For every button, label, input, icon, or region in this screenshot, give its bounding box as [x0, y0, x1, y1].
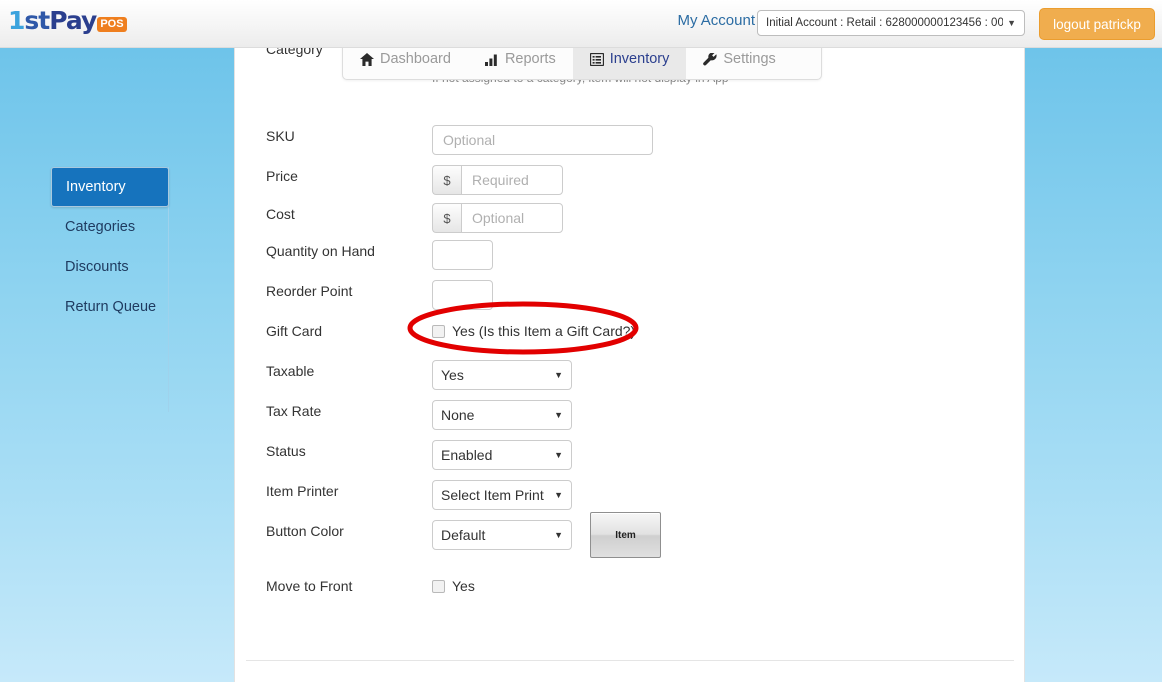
form-row-button-color: Button Color Default ▼ Item	[234, 512, 1025, 558]
item-printer-select-wrap: Select Item Print ▼	[432, 480, 572, 510]
status-select[interactable]: Enabled	[432, 440, 572, 470]
price-input[interactable]	[461, 165, 563, 195]
form-row-item-printer: Item Printer Select Item Print ▼	[234, 480, 1025, 510]
item-printer-label: Item Printer	[266, 483, 339, 499]
item-printer-select[interactable]: Select Item Print	[432, 480, 572, 510]
form-row-price: Price $	[234, 165, 1025, 195]
taxable-select-wrap: Yes ▼	[432, 360, 572, 390]
footer-divider	[246, 660, 1014, 661]
app-logo[interactable]: 1st Pay POS	[8, 5, 127, 35]
my-account-link[interactable]: My Account	[677, 12, 755, 29]
sku-label: SKU	[266, 128, 295, 144]
form-row-cost: Cost $	[234, 203, 1025, 233]
move-to-front-checkbox[interactable]	[432, 579, 445, 593]
reorder-point-label: Reorder Point	[266, 283, 353, 299]
price-label: Price	[266, 168, 298, 184]
button-color-select-wrap: Default ▼	[432, 520, 572, 550]
form-row-reorder-point: Reorder Point	[234, 280, 1025, 310]
logo-pos-badge: POS	[97, 17, 127, 32]
logo-part-3: Pay	[49, 5, 97, 35]
gift-card-checkbox[interactable]	[432, 324, 445, 338]
move-to-front-checkbox-label: Yes	[452, 578, 475, 594]
tab-label: Dashboard	[380, 51, 451, 67]
bar-chart-icon	[484, 53, 499, 66]
logo-part-1: 1	[8, 5, 25, 35]
sidebar-item-return-queue[interactable]: Return Queue	[51, 287, 169, 327]
tab-label: Settings	[723, 51, 776, 67]
sidebar-item-inventory[interactable]: Inventory	[51, 167, 169, 207]
reorder-point-control	[432, 280, 1025, 310]
item-button-preview: Item	[590, 512, 661, 558]
button-color-control: Default ▼ Item	[432, 512, 1025, 558]
status-select-wrap: Enabled ▼	[432, 440, 572, 470]
move-to-front-label: Move to Front	[266, 578, 353, 594]
logout-button[interactable]: logout patrickp	[1039, 8, 1155, 40]
account-select[interactable]: Initial Account : Retail : 6280000001234…	[757, 10, 1025, 36]
move-to-front-control: Yes	[432, 575, 1025, 594]
form-row-quantity-on-hand: Quantity on Hand	[234, 240, 1025, 270]
sku-input[interactable]	[432, 125, 653, 155]
tab-label: Inventory	[609, 51, 670, 67]
taxable-select[interactable]: Yes	[432, 360, 572, 390]
taxable-control: Yes ▼	[432, 360, 1025, 390]
status-label: Status	[266, 443, 306, 459]
cost-input[interactable]	[461, 203, 563, 233]
sidebar-item-label: Discounts	[65, 259, 129, 275]
home-icon	[360, 52, 374, 66]
form-row-tax-rate: Tax Rate None ▼	[234, 400, 1025, 430]
list-icon	[589, 52, 604, 66]
add-item-form: Category If not assigned to a category, …	[234, 41, 1025, 682]
tax-rate-control: None ▼	[432, 400, 1025, 430]
logo-part-2: st	[24, 5, 50, 35]
wrench-icon	[703, 52, 717, 66]
tax-rate-select[interactable]: None	[432, 400, 572, 430]
button-color-select[interactable]: Default	[432, 520, 572, 550]
gift-card-checkbox-line: Yes (Is this Item a Gift Card?)	[432, 320, 1025, 339]
reorder-point-input[interactable]	[432, 280, 493, 310]
gift-card-checkbox-label: Yes (Is this Item a Gift Card?)	[452, 323, 636, 339]
taxable-label: Taxable	[266, 363, 315, 379]
form-row-taxable: Taxable Yes ▼	[234, 360, 1025, 390]
quantity-on-hand-label: Quantity on Hand	[266, 243, 375, 259]
tax-rate-label: Tax Rate	[266, 403, 322, 419]
cost-input-group: $	[432, 203, 563, 233]
quantity-on-hand-input[interactable]	[432, 240, 493, 270]
form-row-move-to-front: Move to Front Yes	[234, 575, 1025, 594]
button-color-label: Button Color	[266, 523, 344, 539]
account-select-value: Initial Account : Retail : 6280000001234…	[766, 17, 1004, 29]
sidebar-item-label: Inventory	[66, 179, 126, 195]
currency-symbol-icon: $	[432, 165, 461, 195]
form-row-sku: SKU	[234, 125, 1025, 155]
sidebar-item-categories[interactable]: Categories	[51, 207, 169, 247]
item-printer-control: Select Item Print ▼	[432, 480, 1025, 510]
move-to-front-checkbox-line: Yes	[432, 575, 1025, 594]
gift-card-label: Gift Card	[266, 323, 323, 339]
gift-card-control: Yes (Is this Item a Gift Card?)	[432, 320, 1025, 339]
sku-control	[432, 125, 1025, 155]
quantity-on-hand-control	[432, 240, 1025, 270]
sidebar-item-label: Categories	[65, 219, 136, 235]
cost-control: $	[432, 203, 1025, 233]
price-control: $	[432, 165, 1025, 195]
tab-label: Reports	[504, 51, 556, 67]
form-row-gift-card: Gift Card Yes (Is this Item a Gift Card?…	[234, 320, 1025, 339]
currency-symbol-icon: $	[432, 203, 461, 233]
cost-label: Cost	[266, 206, 295, 222]
price-input-group: $	[432, 165, 563, 195]
sidebar-nav: Inventory Categories Discounts Return Qu…	[51, 167, 169, 327]
top-header-bar: 1st Pay POS My Account Initial Account : R…	[0, 0, 1162, 48]
status-control: Enabled ▼	[432, 440, 1025, 470]
app-root: 1st Pay POS My Account Initial Account : R…	[0, 0, 1162, 682]
sidebar-item-label: Return Queue	[65, 299, 157, 315]
form-row-status: Status Enabled ▼	[234, 440, 1025, 470]
chevron-down-icon: ▼	[1007, 18, 1016, 28]
tax-rate-select-wrap: None ▼	[432, 400, 572, 430]
sidebar-item-discounts[interactable]: Discounts	[51, 247, 169, 287]
